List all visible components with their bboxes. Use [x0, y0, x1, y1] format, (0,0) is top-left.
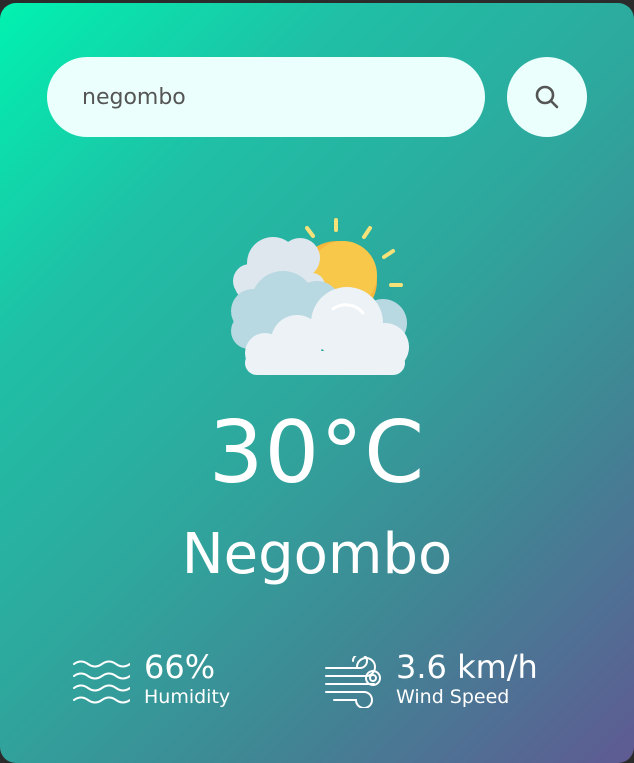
city-name: Negombo [181, 522, 453, 587]
wind-label: Wind Speed [396, 686, 510, 708]
wind-value: 3.6 km/h [396, 648, 538, 686]
search-button[interactable] [507, 57, 587, 137]
wind-icon [325, 656, 381, 708]
search-icon [535, 85, 559, 109]
temperature: 30°C [208, 403, 426, 503]
humidity-label: Humidity [144, 686, 231, 708]
humidity-waves-icon [73, 660, 130, 704]
wind-detail: 3.6 km/h Wind Speed [324, 648, 538, 718]
partly-cloudy-icon [231, 218, 409, 375]
search-bar[interactable] [47, 57, 485, 137]
humidity-detail: 66% Humidity [72, 648, 230, 718]
weather-card: 30°C Negombo 66% Humidity [0, 3, 634, 763]
search-input[interactable] [82, 57, 462, 137]
humidity-value: 66% [144, 648, 216, 686]
